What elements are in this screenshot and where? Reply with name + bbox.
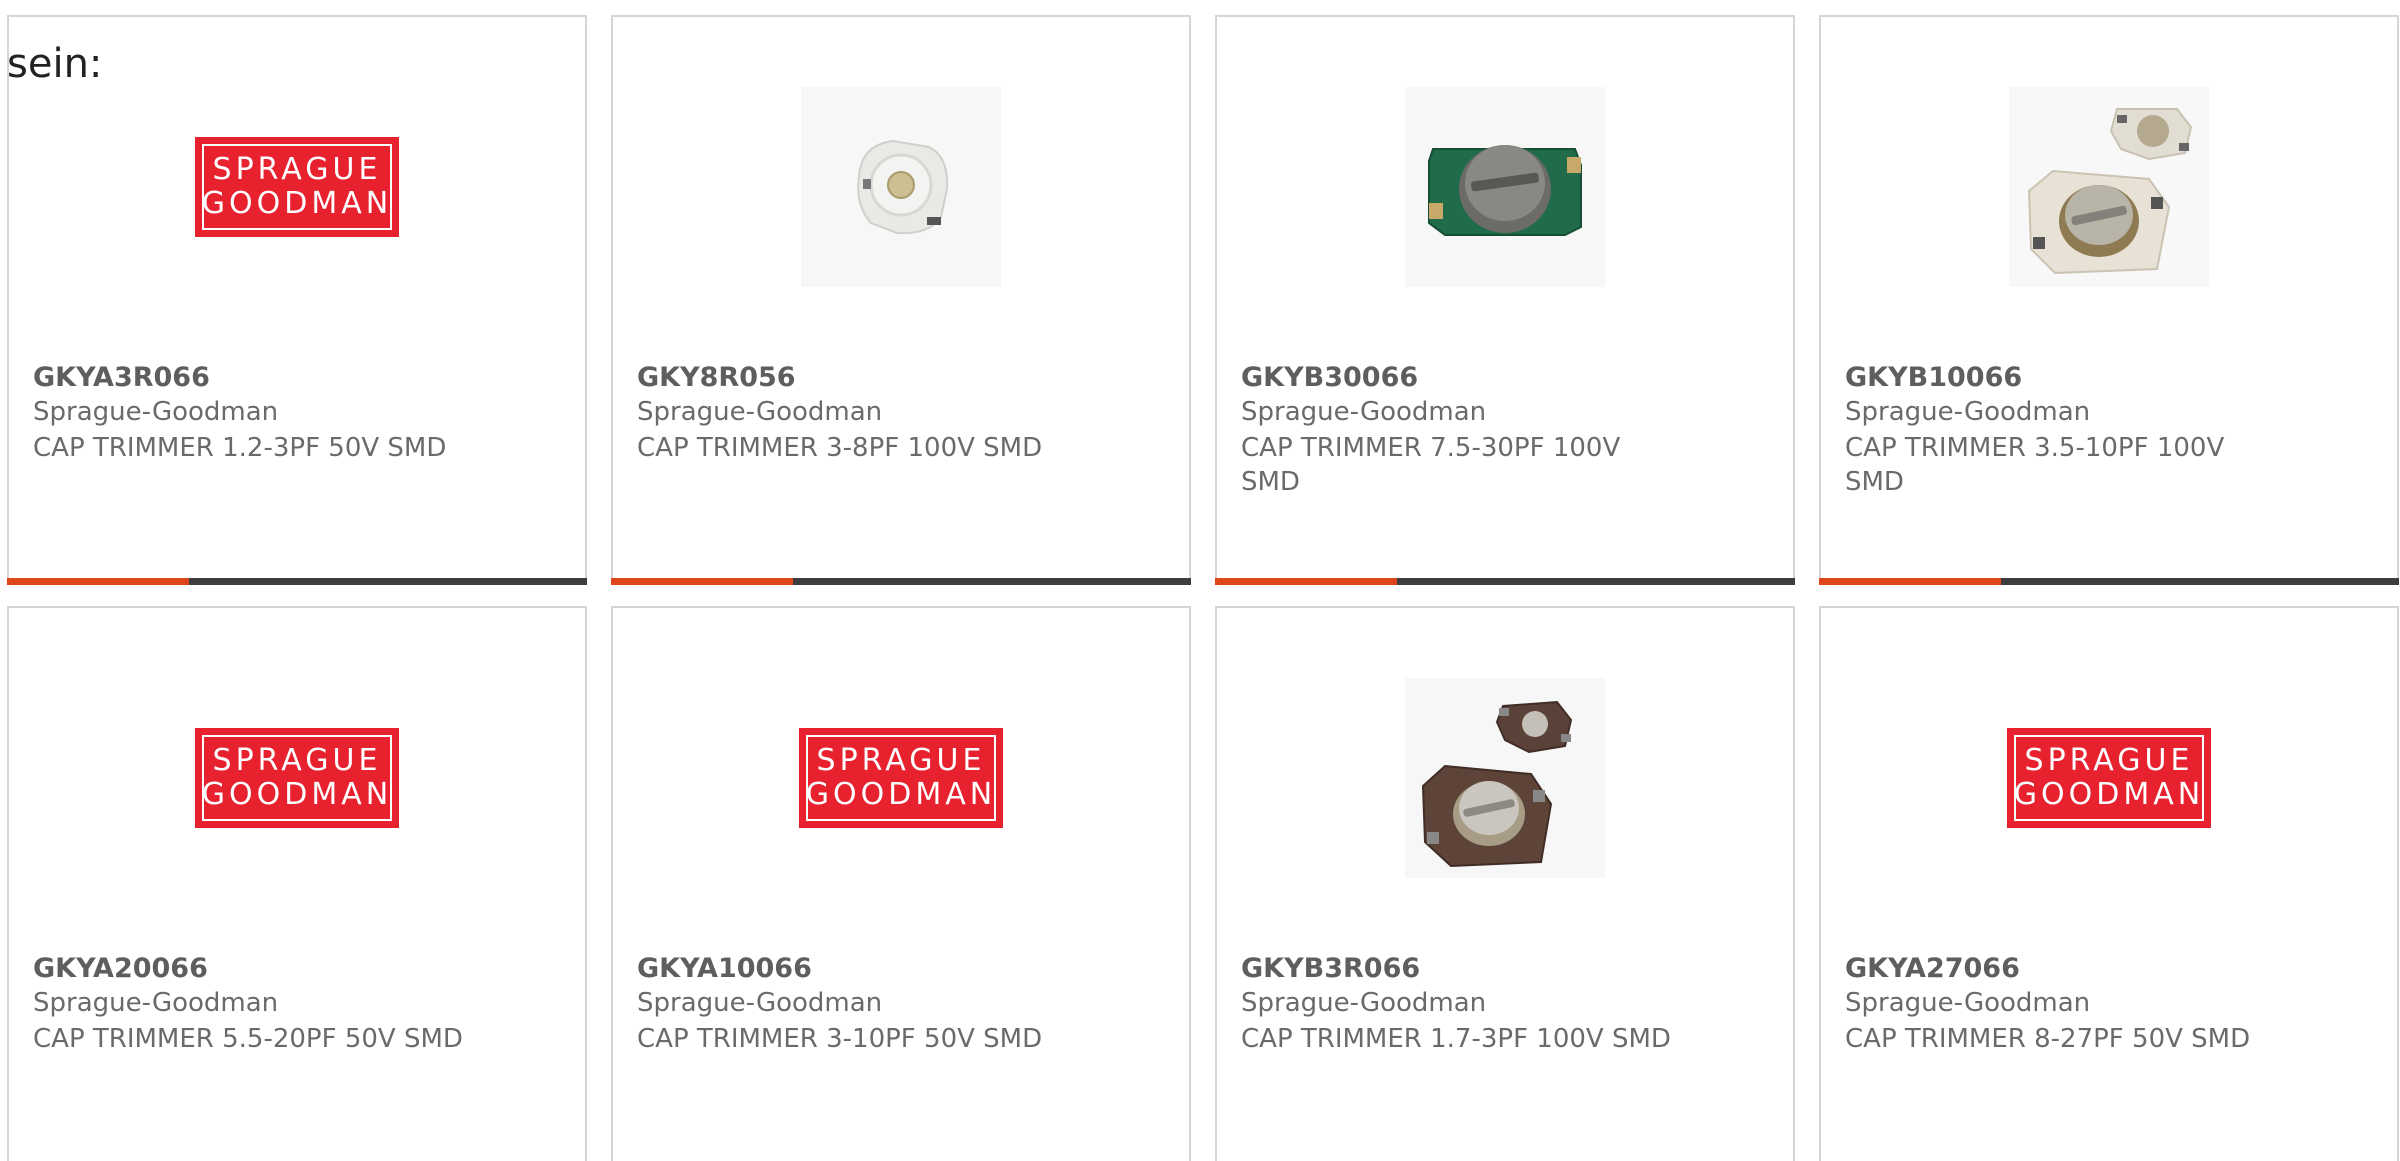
product-image: SPRAGUE GOODMAN (9, 87, 585, 287)
product-image: SPRAGUE GOODMAN (9, 678, 585, 878)
card-accent-bar (1215, 578, 1795, 585)
product-card[interactable]: GKYB3R066 Sprague-Goodman CAP TRIMMER 1.… (1215, 606, 1795, 1161)
part-number[interactable]: GKYB3R066 (1241, 953, 1420, 984)
card-accent-bar (7, 578, 587, 585)
manufacturer: Sprague-Goodman (33, 397, 279, 427)
product-description: CAP TRIMMER 1.7-3PF 100V SMD (1241, 1024, 1671, 1054)
beige-trimmer-pair-photo (2009, 87, 2209, 287)
product-description: CAP TRIMMER 1.2-3PF 50V SMD (33, 433, 447, 463)
part-number[interactable]: GKYA20066 (33, 953, 208, 984)
product-image: SPRAGUE GOODMAN (613, 678, 1189, 878)
product-card[interactable]: SPRAGUE GOODMAN GKYA3R066 Sprague-Goodman… (7, 15, 587, 585)
white-trimmer-photo (801, 87, 1001, 287)
product-card[interactable]: SPRAGUE GOODMAN GKYA27066 Sprague-Goodman… (1819, 606, 2399, 1161)
product-image (1217, 87, 1793, 287)
card-accent-bar (611, 578, 1191, 585)
part-number[interactable]: GKY8R056 (637, 362, 796, 393)
brown-trimmer-pair-photo (1405, 678, 1605, 878)
manufacturer: Sprague-Goodman (1845, 397, 2091, 427)
product-card[interactable]: SPRAGUE GOODMAN GKYA20066 Sprague-Goodman… (7, 606, 587, 1161)
product-card[interactable]: GKYB30066 Sprague-Goodman CAP TRIMMER 7.… (1215, 15, 1795, 585)
part-number[interactable]: GKYB10066 (1845, 362, 2022, 393)
manufacturer: Sprague-Goodman (33, 988, 279, 1018)
product-card[interactable]: GKY8R056 Sprague-Goodman CAP TRIMMER 3-8… (611, 15, 1191, 585)
product-description: CAP TRIMMER 3-8PF 100V SMD (637, 433, 1043, 463)
sprague-goodman-logo: SPRAGUE GOODMAN (195, 728, 399, 828)
manufacturer: Sprague-Goodman (1241, 397, 1487, 427)
intro-text: sein: (7, 41, 103, 87)
product-description: CAP TRIMMER 3-10PF 50V SMD (637, 1024, 1043, 1054)
sprague-goodman-logo: SPRAGUE GOODMAN (799, 728, 1003, 828)
part-number[interactable]: GKYA3R066 (33, 362, 210, 393)
product-card[interactable]: SPRAGUE GOODMAN GKYA10066 Sprague-Goodman… (611, 606, 1191, 1161)
card-accent-bar (1819, 578, 2399, 585)
product-grid: SPRAGUE GOODMAN GKYA3R066 Sprague-Goodman… (0, 0, 2400, 1161)
product-image (1821, 87, 2397, 287)
part-number[interactable]: GKYA10066 (637, 953, 812, 984)
product-grid-page: sein: SPRAGUE GOODMAN GKYA3R066 Sprague-G… (0, 0, 2400, 1161)
manufacturer: Sprague-Goodman (1241, 988, 1487, 1018)
manufacturer: Sprague-Goodman (637, 988, 883, 1018)
product-image (1217, 678, 1793, 878)
product-image: SPRAGUE GOODMAN (1821, 678, 2397, 878)
manufacturer: Sprague-Goodman (637, 397, 883, 427)
manufacturer: Sprague-Goodman (1845, 988, 2091, 1018)
product-description: CAP TRIMMER 3.5-10PF 100V SMD (1845, 433, 2225, 497)
product-image (613, 87, 1189, 287)
green-trimmer-photo (1405, 87, 1605, 287)
part-number[interactable]: GKYA27066 (1845, 953, 2020, 984)
sprague-goodman-logo: SPRAGUE GOODMAN (2007, 728, 2211, 828)
sprague-goodman-logo: SPRAGUE GOODMAN (195, 137, 399, 237)
product-description: CAP TRIMMER 5.5-20PF 50V SMD (33, 1024, 463, 1054)
product-description: CAP TRIMMER 8-27PF 50V SMD (1845, 1024, 2251, 1054)
product-description: CAP TRIMMER 7.5-30PF 100V SMD (1241, 433, 1621, 497)
product-card[interactable]: GKYB10066 Sprague-Goodman CAP TRIMMER 3.… (1819, 15, 2399, 585)
part-number[interactable]: GKYB30066 (1241, 362, 1418, 393)
